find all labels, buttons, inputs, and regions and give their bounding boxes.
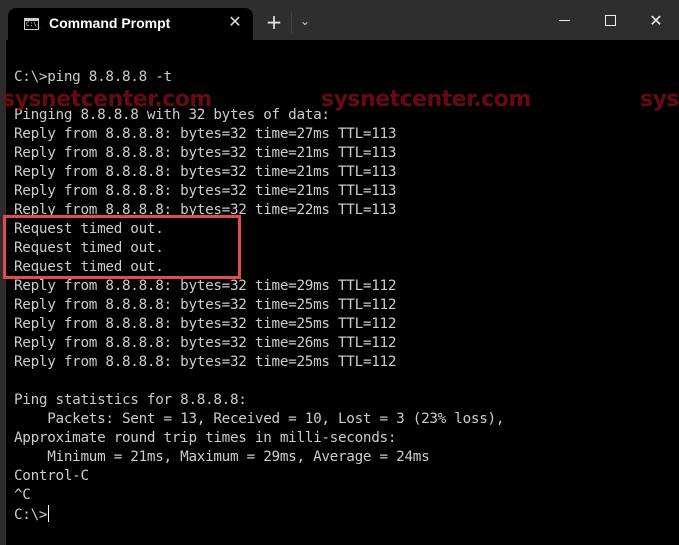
terminal-line: Reply from 8.8.8.8: bytes=32 time=21ms T… <box>14 183 397 199</box>
terminal-line: Reply from 8.8.8.8: bytes=32 time=26ms T… <box>14 335 397 351</box>
terminal-line: Ping statistics for 8.8.8.8: <box>14 392 247 408</box>
tab-command-prompt[interactable]: C:\_ Command Prompt ✕ <box>8 8 253 40</box>
watermark: sysnetcenter.com <box>640 87 679 112</box>
minimize-icon <box>558 19 570 21</box>
watermark: sysnetcenter.com <box>321 87 531 112</box>
maximize-icon <box>604 14 616 26</box>
terminal-line: Reply from 8.8.8.8: bytes=32 time=29ms T… <box>14 278 397 294</box>
watermark: sysnetcenter.com <box>2 87 212 112</box>
title-bar: C:\_ Command Prompt ✕ + ⌄ ✕ <box>0 0 679 40</box>
terminal-line: Reply from 8.8.8.8: bytes=32 time=25ms T… <box>14 316 397 332</box>
new-tab-button[interactable]: + <box>263 12 285 32</box>
divider <box>291 12 292 34</box>
terminal-line: Approximate round trip times in milli-se… <box>14 430 397 446</box>
chevron-down-icon[interactable]: ⌄ <box>296 14 314 28</box>
terminal-line: C:\>ping 8.8.8.8 -t <box>14 69 172 85</box>
terminal-line: Reply from 8.8.8.8: bytes=32 time=21ms T… <box>14 164 397 180</box>
terminal-output[interactable]: C:\>ping 8.8.8.8 -t Pinging 8.8.8.8 with … <box>6 40 679 545</box>
terminal-line: Control-C <box>14 468 89 484</box>
close-button[interactable]: ✕ <box>636 6 676 34</box>
terminal-line: Reply from 8.8.8.8: bytes=32 time=21ms T… <box>14 145 397 161</box>
terminal-line: Packets: Sent = 13, Received = 10, Lost … <box>14 411 505 427</box>
terminal-line: Reply from 8.8.8.8: bytes=32 time=27ms T… <box>14 126 397 142</box>
maximize-button[interactable] <box>590 6 630 34</box>
prompt-text: C:\> <box>14 507 48 523</box>
cmd-icon: C:\_ <box>24 18 40 30</box>
terminal-line: Reply from 8.8.8.8: bytes=32 time=25ms T… <box>14 297 397 313</box>
terminal-line: C:\> <box>14 505 50 525</box>
minimize-button[interactable] <box>544 6 584 34</box>
tab-close-button[interactable]: ✕ <box>225 12 245 31</box>
terminal-line: ^C <box>14 487 31 503</box>
tab-title: Command Prompt <box>49 15 171 31</box>
terminal-line: Minimum = 21ms, Maximum = 29ms, Average … <box>14 449 430 465</box>
text-cursor <box>48 505 50 522</box>
terminal-line: Reply from 8.8.8.8: bytes=32 time=25ms T… <box>14 354 397 370</box>
timeout-highlight-box <box>3 215 241 279</box>
